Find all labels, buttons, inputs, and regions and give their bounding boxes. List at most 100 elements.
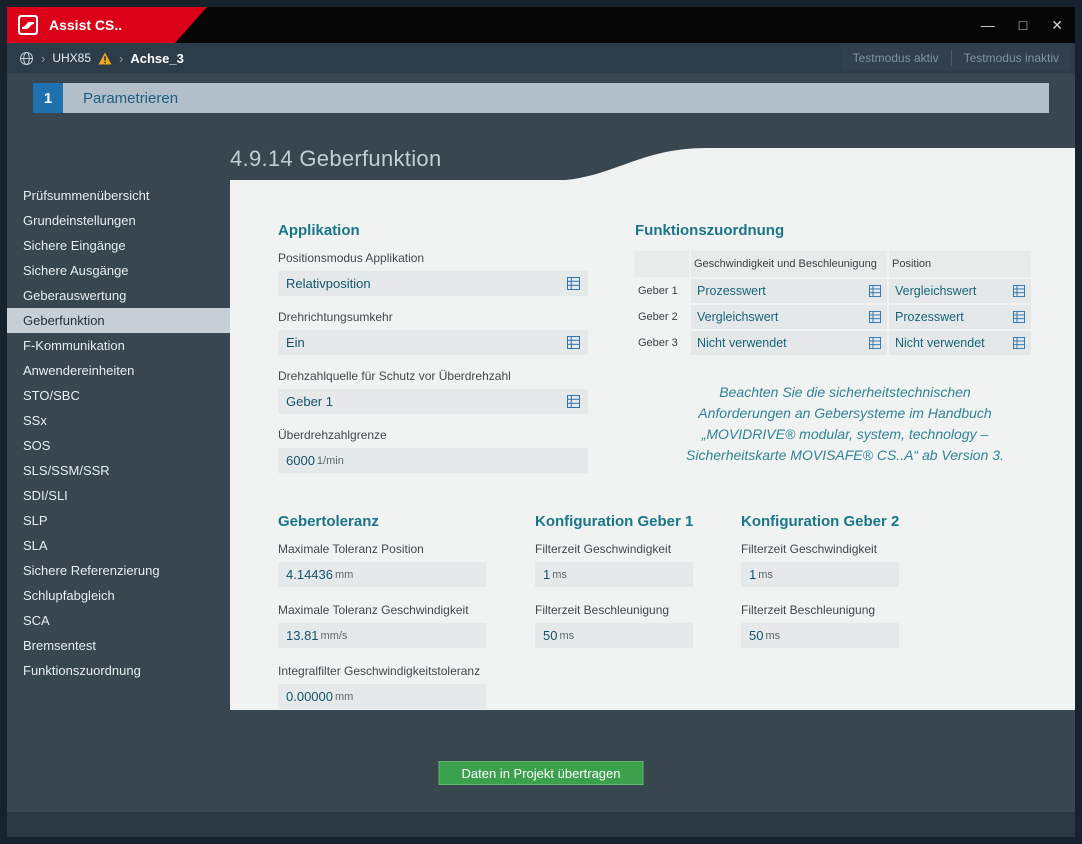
section-heading: Applikation	[278, 222, 588, 239]
dropdown-list-icon	[1013, 311, 1025, 323]
integralfilter-input[interactable]: 0.00000 mm	[278, 684, 486, 709]
dropdown-value: Prozesswert	[697, 284, 869, 298]
section-heading: Konfiguration Geber 1	[535, 513, 741, 530]
geber3-speed-dropdown[interactable]: Nicht verwendet	[691, 331, 887, 355]
input-unit: 1/min	[317, 455, 344, 467]
input-unit: mm	[335, 691, 353, 703]
window-controls: — □ ✕	[981, 7, 1063, 43]
sidebar-item-sdi-sli[interactable]: SDI/SLI	[7, 483, 230, 508]
close-button[interactable]: ✕	[1051, 7, 1063, 43]
dropdown-value: Vergleichswert	[895, 284, 1013, 298]
sidebar-item-sla[interactable]: SLA	[7, 533, 230, 558]
dropdown-value: Nicht verwendet	[697, 336, 869, 350]
geber1-speed-dropdown[interactable]: Prozesswert	[691, 279, 887, 303]
sidebar-item-schlupfabgleich[interactable]: Schlupfabgleich	[7, 583, 230, 608]
input-value: 0.00000	[286, 689, 333, 704]
positionsmodus-dropdown[interactable]: Relativposition	[278, 271, 588, 296]
column-header-speed: Geschwindigkeit und Beschleunigung	[691, 251, 887, 277]
breadcrumb-device[interactable]: UHX85	[52, 51, 91, 65]
minimize-button[interactable]: —	[981, 7, 995, 43]
sidebar-item-geberauswertung[interactable]: Geberauswertung	[7, 283, 230, 308]
dropdown-value: Nicht verwendet	[895, 336, 1013, 350]
sidebar-item-anwendereinheiten[interactable]: Anwendereinheiten	[7, 358, 230, 383]
testmode-group: Testmodus aktiv Testmodus inaktiv	[841, 45, 1071, 71]
row-label-geber2: Geber 2	[635, 305, 689, 329]
step-bar[interactable]: 1 Parametrieren	[33, 83, 1049, 113]
warning-icon	[98, 52, 112, 65]
sidebar-item-sls-ssm-ssr[interactable]: SLS/SSM/SSR	[7, 458, 230, 483]
field-label: Maximale Toleranz Position	[278, 542, 528, 556]
sidebar-item-funktionszuordnung[interactable]: Funktionszuordnung	[7, 658, 230, 683]
title-bar: Assist CS.. — □ ✕	[7, 7, 1075, 43]
sidebar-item-geberfunktion[interactable]: Geberfunktion	[7, 308, 230, 333]
sidebar-item-ssx[interactable]: SSx	[7, 408, 230, 433]
geber1-filterzeit-geschwindigkeit-input[interactable]: 1 ms	[535, 562, 693, 587]
table-corner	[635, 251, 689, 277]
content-panel: Applikation Positionsmodus Applikation R…	[230, 180, 1075, 710]
field-label: Drehrichtungsumkehr	[278, 310, 588, 324]
sidebar-item-sichere-referenzierung[interactable]: Sichere Referenzierung	[7, 558, 230, 583]
dropdown-value: Prozesswert	[895, 310, 1013, 324]
sidebar-item-sos[interactable]: SOS	[7, 433, 230, 458]
row-label-geber3: Geber 3	[635, 331, 689, 355]
field-label: Integralfilter Geschwindigkeitstoleranz	[278, 664, 528, 678]
breadcrumb: › UHX85 › Achse_3	[19, 51, 184, 66]
section-konfiguration-geber1: Konfiguration Geber 1 Filterzeit Geschwi…	[535, 513, 741, 664]
section-heading: Funktionszuordnung	[635, 222, 1045, 239]
input-unit: ms	[552, 569, 567, 581]
geber1-position-dropdown[interactable]: Vergleichswert	[889, 279, 1031, 303]
dropdown-list-icon	[869, 285, 881, 297]
max-toleranz-geschwindigkeit-input[interactable]: 13.81 mm/s	[278, 623, 486, 648]
geber2-position-dropdown[interactable]: Prozesswert	[889, 305, 1031, 329]
breadcrumb-axis[interactable]: Achse_3	[130, 51, 183, 66]
sidebar-item-pruefsummenuebersicht[interactable]: Prüfsummenübersicht	[7, 183, 230, 208]
geber2-filterzeit-geschwindigkeit-input[interactable]: 1 ms	[741, 562, 899, 587]
geber3-position-dropdown[interactable]: Nicht verwendet	[889, 331, 1031, 355]
drehzahlquelle-dropdown[interactable]: Geber 1	[278, 389, 588, 414]
sidebar-item-sca[interactable]: SCA	[7, 608, 230, 633]
sidebar-item-f-kommunikation[interactable]: F-Kommunikation	[7, 333, 230, 358]
transfer-to-project-button[interactable]: Daten in Projekt übertragen	[439, 761, 644, 785]
sidebar-item-grundeinstellungen[interactable]: Grundeinstellungen	[7, 208, 230, 233]
dropdown-value: Geber 1	[286, 394, 567, 409]
geber2-filterzeit-beschleunigung-input[interactable]: 50 ms	[741, 623, 899, 648]
safety-note: Beachten Sie die sicherheitstechnischen …	[675, 382, 1015, 466]
sidebar-item-slp[interactable]: SLP	[7, 508, 230, 533]
brand-banner: Assist CS..	[7, 7, 207, 43]
input-value: 50	[543, 628, 557, 643]
input-value: 1	[749, 567, 756, 582]
dropdown-value: Ein	[286, 335, 567, 350]
geber1-filterzeit-beschleunigung-input[interactable]: 50 ms	[535, 623, 693, 648]
sidebar-item-sto-sbc[interactable]: STO/SBC	[7, 383, 230, 408]
field-label: Positionsmodus Applikation	[278, 251, 588, 265]
maximize-button[interactable]: □	[1019, 7, 1027, 43]
input-value: 13.81	[286, 628, 319, 643]
ueberdrehzahlgrenze-input[interactable]: 6000 1/min	[278, 448, 588, 473]
sidebar-item-sichere-eingaenge[interactable]: Sichere Eingänge	[7, 233, 230, 258]
sidebar-item-bremsentest[interactable]: Bremsentest	[7, 633, 230, 658]
chevron-separator-icon: ›	[119, 51, 123, 66]
sew-logo-icon	[17, 14, 39, 36]
field-label: Filterzeit Beschleunigung	[535, 603, 741, 617]
input-value: 4.14436	[286, 567, 333, 582]
section-heading: Konfiguration Geber 2	[741, 513, 947, 530]
dropdown-list-icon	[869, 337, 881, 349]
input-unit: ms	[758, 569, 773, 581]
max-toleranz-position-input[interactable]: 4.14436 mm	[278, 562, 486, 587]
breadcrumb-bar: › UHX85 › Achse_3 Testmodus aktiv Testmo…	[7, 43, 1075, 73]
dropdown-list-icon	[567, 395, 580, 408]
dropdown-value: Vergleichswert	[697, 310, 869, 324]
geber2-speed-dropdown[interactable]: Vergleichswert	[691, 305, 887, 329]
section-funktionszuordnung: Funktionszuordnung Geschwindigkeit und B…	[635, 222, 1045, 355]
input-unit: ms	[765, 630, 780, 642]
testmode-active-button[interactable]: Testmodus aktiv	[841, 45, 951, 71]
app-window: Assist CS.. — □ ✕ › UHX85 › Achse_3 Test…	[7, 7, 1075, 837]
globe-icon[interactable]	[19, 51, 34, 66]
section-heading: Gebertoleranz	[278, 513, 528, 530]
dropdown-list-icon	[869, 311, 881, 323]
step-label: Parametrieren	[83, 90, 178, 107]
field-label: Überdrehzahlgrenze	[278, 428, 588, 442]
sidebar-item-sichere-ausgaenge[interactable]: Sichere Ausgänge	[7, 258, 230, 283]
testmode-inactive-button[interactable]: Testmodus inaktiv	[952, 45, 1071, 71]
drehrichtungsumkehr-dropdown[interactable]: Ein	[278, 330, 588, 355]
